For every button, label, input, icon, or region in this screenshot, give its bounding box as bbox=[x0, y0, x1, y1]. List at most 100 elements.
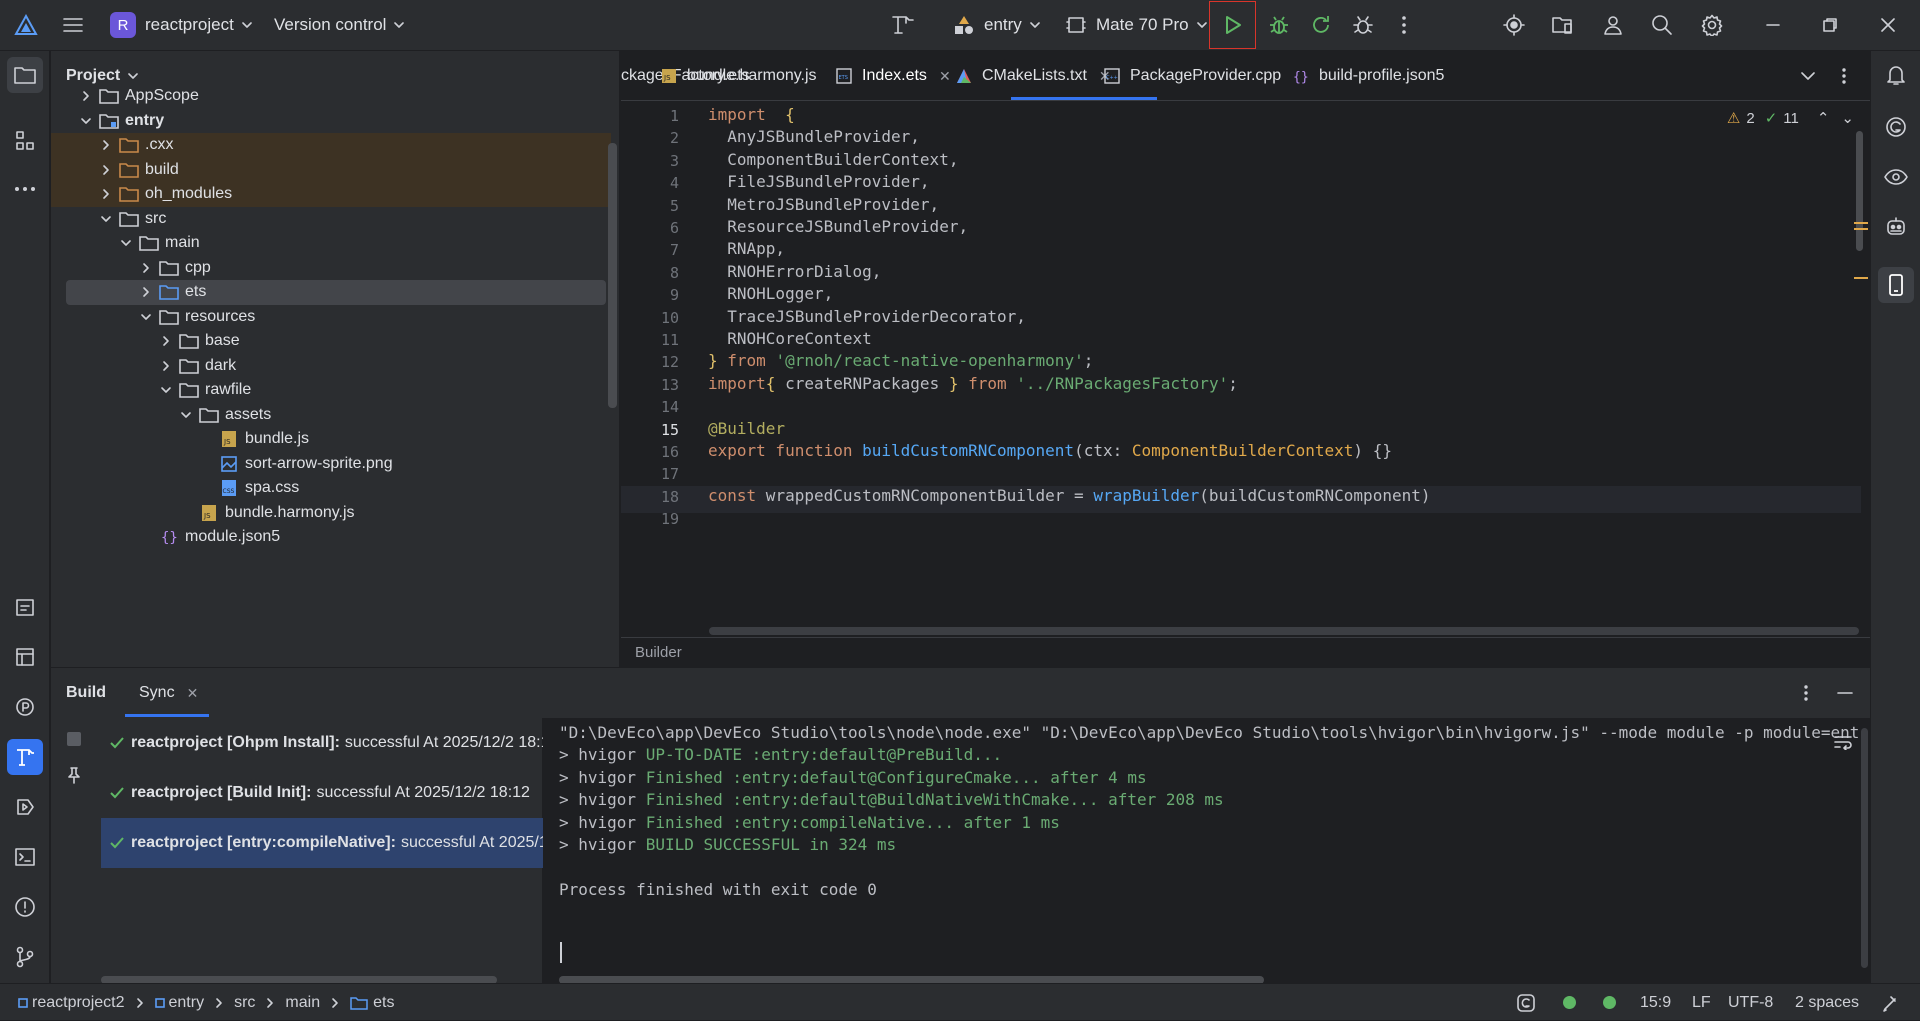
tree-item[interactable]: AppScope bbox=[51, 84, 611, 109]
chevron-right-icon[interactable] bbox=[159, 334, 179, 348]
chevron-right-icon[interactable] bbox=[99, 138, 119, 152]
tab-build[interactable]: Build bbox=[66, 668, 106, 718]
tree-item[interactable]: JS bundle.harmony.js bbox=[51, 501, 611, 526]
locate-icon[interactable] bbox=[1499, 0, 1529, 50]
problems-icon[interactable] bbox=[7, 889, 43, 925]
todo-icon[interactable] bbox=[7, 589, 43, 625]
run-tool-icon[interactable] bbox=[7, 789, 43, 825]
warning-stripe-marker[interactable] bbox=[1854, 277, 1868, 279]
breadcrumb-item[interactable]: main bbox=[285, 994, 320, 1012]
editor-tab[interactable]: C++ PackageProvider.cpp bbox=[1104, 51, 1281, 101]
device-selector[interactable]: Mate 70 Pro bbox=[1066, 0, 1207, 50]
close-tab-icon[interactable]: ✕ bbox=[187, 685, 199, 702]
chevron-right-icon[interactable] bbox=[99, 163, 119, 177]
editor-tab[interactable]: {} build-profile.json5 bbox=[1293, 51, 1444, 101]
previous-highlight-icon[interactable]: ⌃ bbox=[1817, 109, 1830, 127]
editor-tab[interactable]: ETS Index.ets ✕ bbox=[836, 51, 951, 101]
tree-item[interactable]: assets bbox=[51, 403, 611, 428]
file-encoding[interactable]: UTF-8 bbox=[1728, 984, 1773, 1021]
status-ok-indicator[interactable] bbox=[1603, 984, 1616, 1021]
chevron-down-icon[interactable] bbox=[179, 408, 199, 422]
app-logo-icon[interactable] bbox=[12, 0, 40, 50]
stop-build-icon[interactable] bbox=[67, 732, 81, 746]
chevron-down-icon[interactable] bbox=[99, 212, 119, 226]
chevron-right-icon[interactable] bbox=[159, 359, 179, 373]
chevron-right-icon[interactable] bbox=[79, 89, 99, 103]
device-preview-icon[interactable] bbox=[1878, 267, 1914, 303]
breadcrumb-item[interactable]: entry bbox=[154, 994, 204, 1012]
indent-setting[interactable]: 2 spaces bbox=[1795, 984, 1859, 1021]
read-only-lock-icon[interactable] bbox=[1882, 984, 1898, 1021]
status-ok-indicator[interactable] bbox=[1563, 984, 1576, 1021]
tree-item[interactable]: resources bbox=[51, 305, 611, 330]
breadcrumb-item[interactable]: src bbox=[234, 994, 255, 1012]
structure-icon[interactable] bbox=[7, 123, 43, 159]
editor-breadcrumb[interactable]: Builder bbox=[635, 644, 682, 661]
soft-wrap-icon[interactable] bbox=[1833, 734, 1853, 750]
tree-item[interactable]: base bbox=[51, 329, 611, 354]
attach-debugger-button[interactable] bbox=[1348, 0, 1378, 50]
chevron-down-icon[interactable] bbox=[119, 236, 139, 250]
tree-item[interactable]: rawfile bbox=[51, 378, 611, 403]
panel-options-icon[interactable] bbox=[1803, 668, 1817, 718]
editor-vertical-scrollbar[interactable] bbox=[1856, 131, 1863, 251]
tree-item[interactable]: sort-arrow-sprite.png bbox=[51, 452, 611, 477]
tree-item[interactable]: main bbox=[51, 231, 611, 256]
caret-position[interactable]: 15:9 bbox=[1640, 984, 1671, 1021]
hide-panel-icon[interactable] bbox=[1837, 668, 1855, 718]
warning-stripe-marker[interactable] bbox=[1854, 222, 1868, 224]
more-actions-icon[interactable] bbox=[1392, 0, 1416, 50]
chevron-down-icon[interactable] bbox=[139, 310, 159, 324]
project-scrollbar[interactable] bbox=[608, 143, 617, 408]
run-button[interactable] bbox=[1209, 1, 1256, 49]
chevron-right-icon[interactable] bbox=[139, 261, 159, 275]
minimize-window-icon[interactable] bbox=[1758, 0, 1788, 50]
main-menu-icon[interactable] bbox=[58, 0, 88, 50]
build-tool-icon[interactable] bbox=[7, 739, 43, 775]
layout-icon[interactable] bbox=[7, 639, 43, 675]
tree-item[interactable]: entry bbox=[51, 109, 611, 134]
tree-item[interactable]: oh_modules bbox=[51, 182, 611, 207]
tree-item[interactable]: CSS spa.css bbox=[51, 476, 611, 501]
chevron-down-icon[interactable] bbox=[79, 114, 99, 128]
tree-item[interactable]: src bbox=[51, 207, 611, 232]
close-window-icon[interactable] bbox=[1873, 0, 1903, 50]
tab-sync[interactable]: Sync ✕ bbox=[139, 668, 198, 718]
chevron-down-icon[interactable] bbox=[159, 383, 179, 397]
notifications-bell-icon[interactable] bbox=[1878, 57, 1914, 93]
chevron-right-icon[interactable] bbox=[139, 285, 159, 299]
build-task-row[interactable]: reactproject [Ohpm Install]: successful A… bbox=[101, 718, 543, 768]
more-tools-icon[interactable] bbox=[7, 171, 43, 207]
build-task-row[interactable]: reactproject [Build Init]: successful At … bbox=[101, 768, 543, 818]
chevron-right-icon[interactable] bbox=[99, 187, 119, 201]
tab-list-chevron-icon[interactable] bbox=[1801, 51, 1825, 101]
close-tab-icon[interactable]: ✕ bbox=[939, 68, 951, 85]
editor-tab[interactable]: JS bundle.harmony.js bbox=[661, 51, 817, 101]
inspection-widget[interactable]: ⚠ 2 ✓ 11 ⌃ ⌄ bbox=[1727, 109, 1854, 128]
debug-button[interactable] bbox=[1264, 0, 1294, 50]
apply-changes-button[interactable] bbox=[1306, 0, 1336, 50]
breadcrumb-item[interactable]: ets bbox=[350, 994, 394, 1012]
tree-item[interactable]: JS bundle.js bbox=[51, 427, 611, 452]
warning-stripe-marker[interactable] bbox=[1854, 228, 1868, 230]
line-separator[interactable]: LF bbox=[1692, 984, 1711, 1021]
build-hammer-icon[interactable] bbox=[886, 0, 920, 50]
editor-horizontal-scrollbar[interactable] bbox=[709, 627, 1859, 635]
version-control-menu[interactable]: Version control bbox=[274, 0, 405, 50]
run-config-selector[interactable]: entry bbox=[952, 0, 1040, 50]
settings-gear-icon[interactable] bbox=[1697, 0, 1727, 50]
editor-tab[interactable]: CMakeLists.txt ✕ bbox=[956, 51, 1111, 101]
codegenie-status-icon[interactable] bbox=[1516, 984, 1536, 1021]
tree-item[interactable]: dark bbox=[51, 354, 611, 379]
search-icon[interactable] bbox=[1647, 0, 1677, 50]
terminal-icon[interactable] bbox=[7, 839, 43, 875]
console-vertical-scrollbar[interactable] bbox=[1861, 728, 1868, 968]
previewer-eye-icon[interactable] bbox=[1878, 159, 1914, 195]
account-icon[interactable] bbox=[1598, 0, 1628, 50]
next-highlight-icon[interactable]: ⌄ bbox=[1841, 109, 1854, 127]
tree-item[interactable]: cpp bbox=[51, 256, 611, 281]
build-console[interactable]: "D:\DevEco\app\DevEco Studio\tools\node\… bbox=[543, 718, 1870, 984]
device-manager-icon[interactable] bbox=[1547, 0, 1579, 50]
git-branch-icon[interactable] bbox=[7, 939, 43, 975]
breadcrumb-item[interactable]: reactproject2 bbox=[18, 994, 125, 1012]
